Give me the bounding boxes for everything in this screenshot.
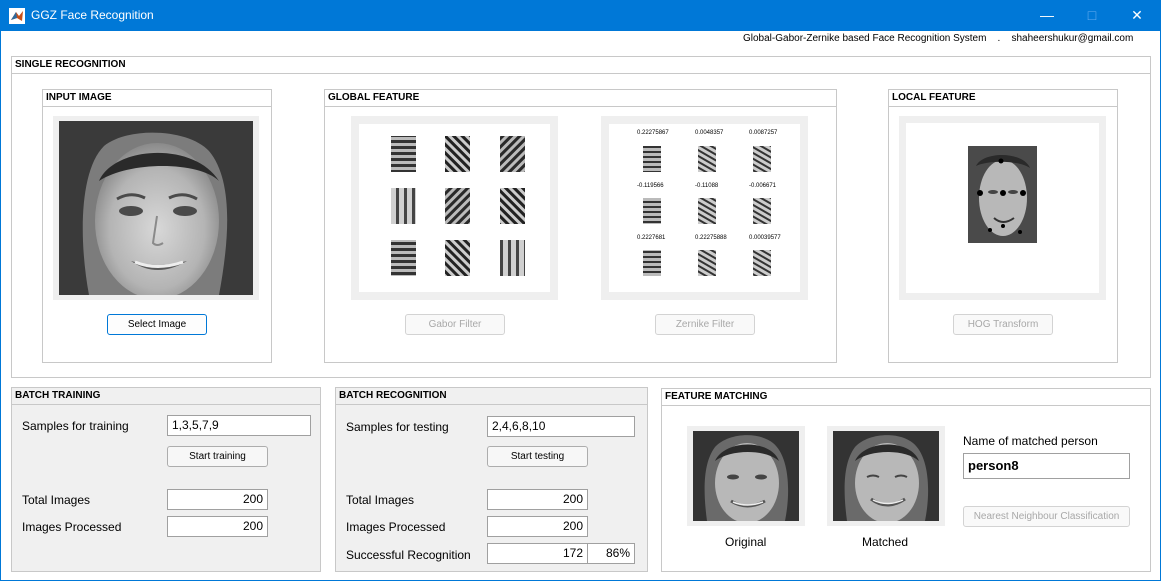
success-percent-field: 86% xyxy=(587,543,635,564)
gabor-filter-image xyxy=(391,136,525,276)
hog-transform-button[interactable]: HOG Transform xyxy=(953,314,1053,335)
zernike-value: -0.11088 xyxy=(695,183,719,189)
maximize-button[interactable]: □ xyxy=(1069,0,1115,31)
zernike-frame: 0.22275867 0.0048357 0.0087257 -0.119566… xyxy=(601,116,808,300)
zernike-value: -0.119566 xyxy=(637,183,664,189)
original-label: Original xyxy=(725,535,767,549)
testing-processed-label: Images Processed xyxy=(346,520,446,534)
success-count-field: 172 xyxy=(487,543,588,564)
header-info: Global-Gabor-Zernike based Face Recognit… xyxy=(743,33,1134,44)
matched-label: Matched xyxy=(862,535,909,549)
zernike-value: 0.22275888 xyxy=(695,235,727,241)
nearest-neighbour-button[interactable]: Nearest Neighbour Classification xyxy=(963,506,1130,527)
panel-title: GLOBAL FEATURE xyxy=(325,90,836,107)
start-training-button[interactable]: Start training xyxy=(167,446,268,467)
testing-total-label: Total Images xyxy=(346,493,415,507)
matlab-icon xyxy=(9,8,25,24)
panel-title: BATCH TRAINING xyxy=(12,388,320,405)
minimize-button[interactable]: — xyxy=(1024,0,1070,31)
panel-title: FEATURE MATCHING xyxy=(662,389,1150,406)
zernike-value: 0.00039577 xyxy=(749,235,781,241)
panel-title: LOCAL FEATURE xyxy=(889,90,1117,107)
close-button[interactable]: ✕ xyxy=(1114,0,1160,31)
hog-frame xyxy=(899,116,1106,300)
select-image-button[interactable]: Select Image xyxy=(107,314,207,335)
success-label: Successful Recognition xyxy=(346,548,471,562)
testing-samples-label: Samples for testing xyxy=(346,420,449,434)
training-samples-label: Samples for training xyxy=(22,419,129,433)
original-face-image xyxy=(693,431,799,521)
zernike-filter-image xyxy=(643,146,771,276)
testing-processed-field: 200 xyxy=(487,516,588,537)
title-bar: GGZ Face Recognition — □ ✕ xyxy=(0,0,1161,31)
gabor-frame xyxy=(351,116,558,300)
matched-face-image xyxy=(833,431,939,521)
zernike-value: 0.2227681 xyxy=(637,235,666,241)
zernike-value: 0.22275867 xyxy=(637,130,669,136)
training-processed-label: Images Processed xyxy=(22,520,122,534)
zernike-value: 0.0087257 xyxy=(749,130,778,136)
matched-person-label: Name of matched person xyxy=(963,434,1098,448)
gabor-filter-button[interactable]: Gabor Filter xyxy=(405,314,505,335)
hog-face-image xyxy=(968,146,1037,243)
matched-person-field: person8 xyxy=(963,453,1130,479)
panel-title: INPUT IMAGE xyxy=(43,90,271,107)
panel-title: SINGLE RECOGNITION xyxy=(12,57,1150,74)
zernike-value: 0.0048357 xyxy=(695,130,724,136)
original-image-frame xyxy=(687,426,805,526)
input-image-frame xyxy=(53,116,259,300)
training-samples-input[interactable]: 1,3,5,7,9 xyxy=(167,415,311,436)
input-face-image xyxy=(59,121,253,295)
training-processed-field: 200 xyxy=(167,516,268,537)
window-title: GGZ Face Recognition xyxy=(31,8,154,22)
training-total-label: Total Images xyxy=(22,493,91,507)
zernike-filter-button[interactable]: Zernike Filter xyxy=(655,314,755,335)
panel-title: BATCH RECOGNITION xyxy=(336,388,647,405)
testing-total-field: 200 xyxy=(487,489,588,510)
start-testing-button[interactable]: Start testing xyxy=(487,446,588,467)
matched-image-frame xyxy=(827,426,945,526)
testing-samples-input[interactable]: 2,4,6,8,10 xyxy=(487,416,635,437)
zernike-value: -0.006671 xyxy=(749,183,777,189)
training-total-field: 200 xyxy=(167,489,268,510)
